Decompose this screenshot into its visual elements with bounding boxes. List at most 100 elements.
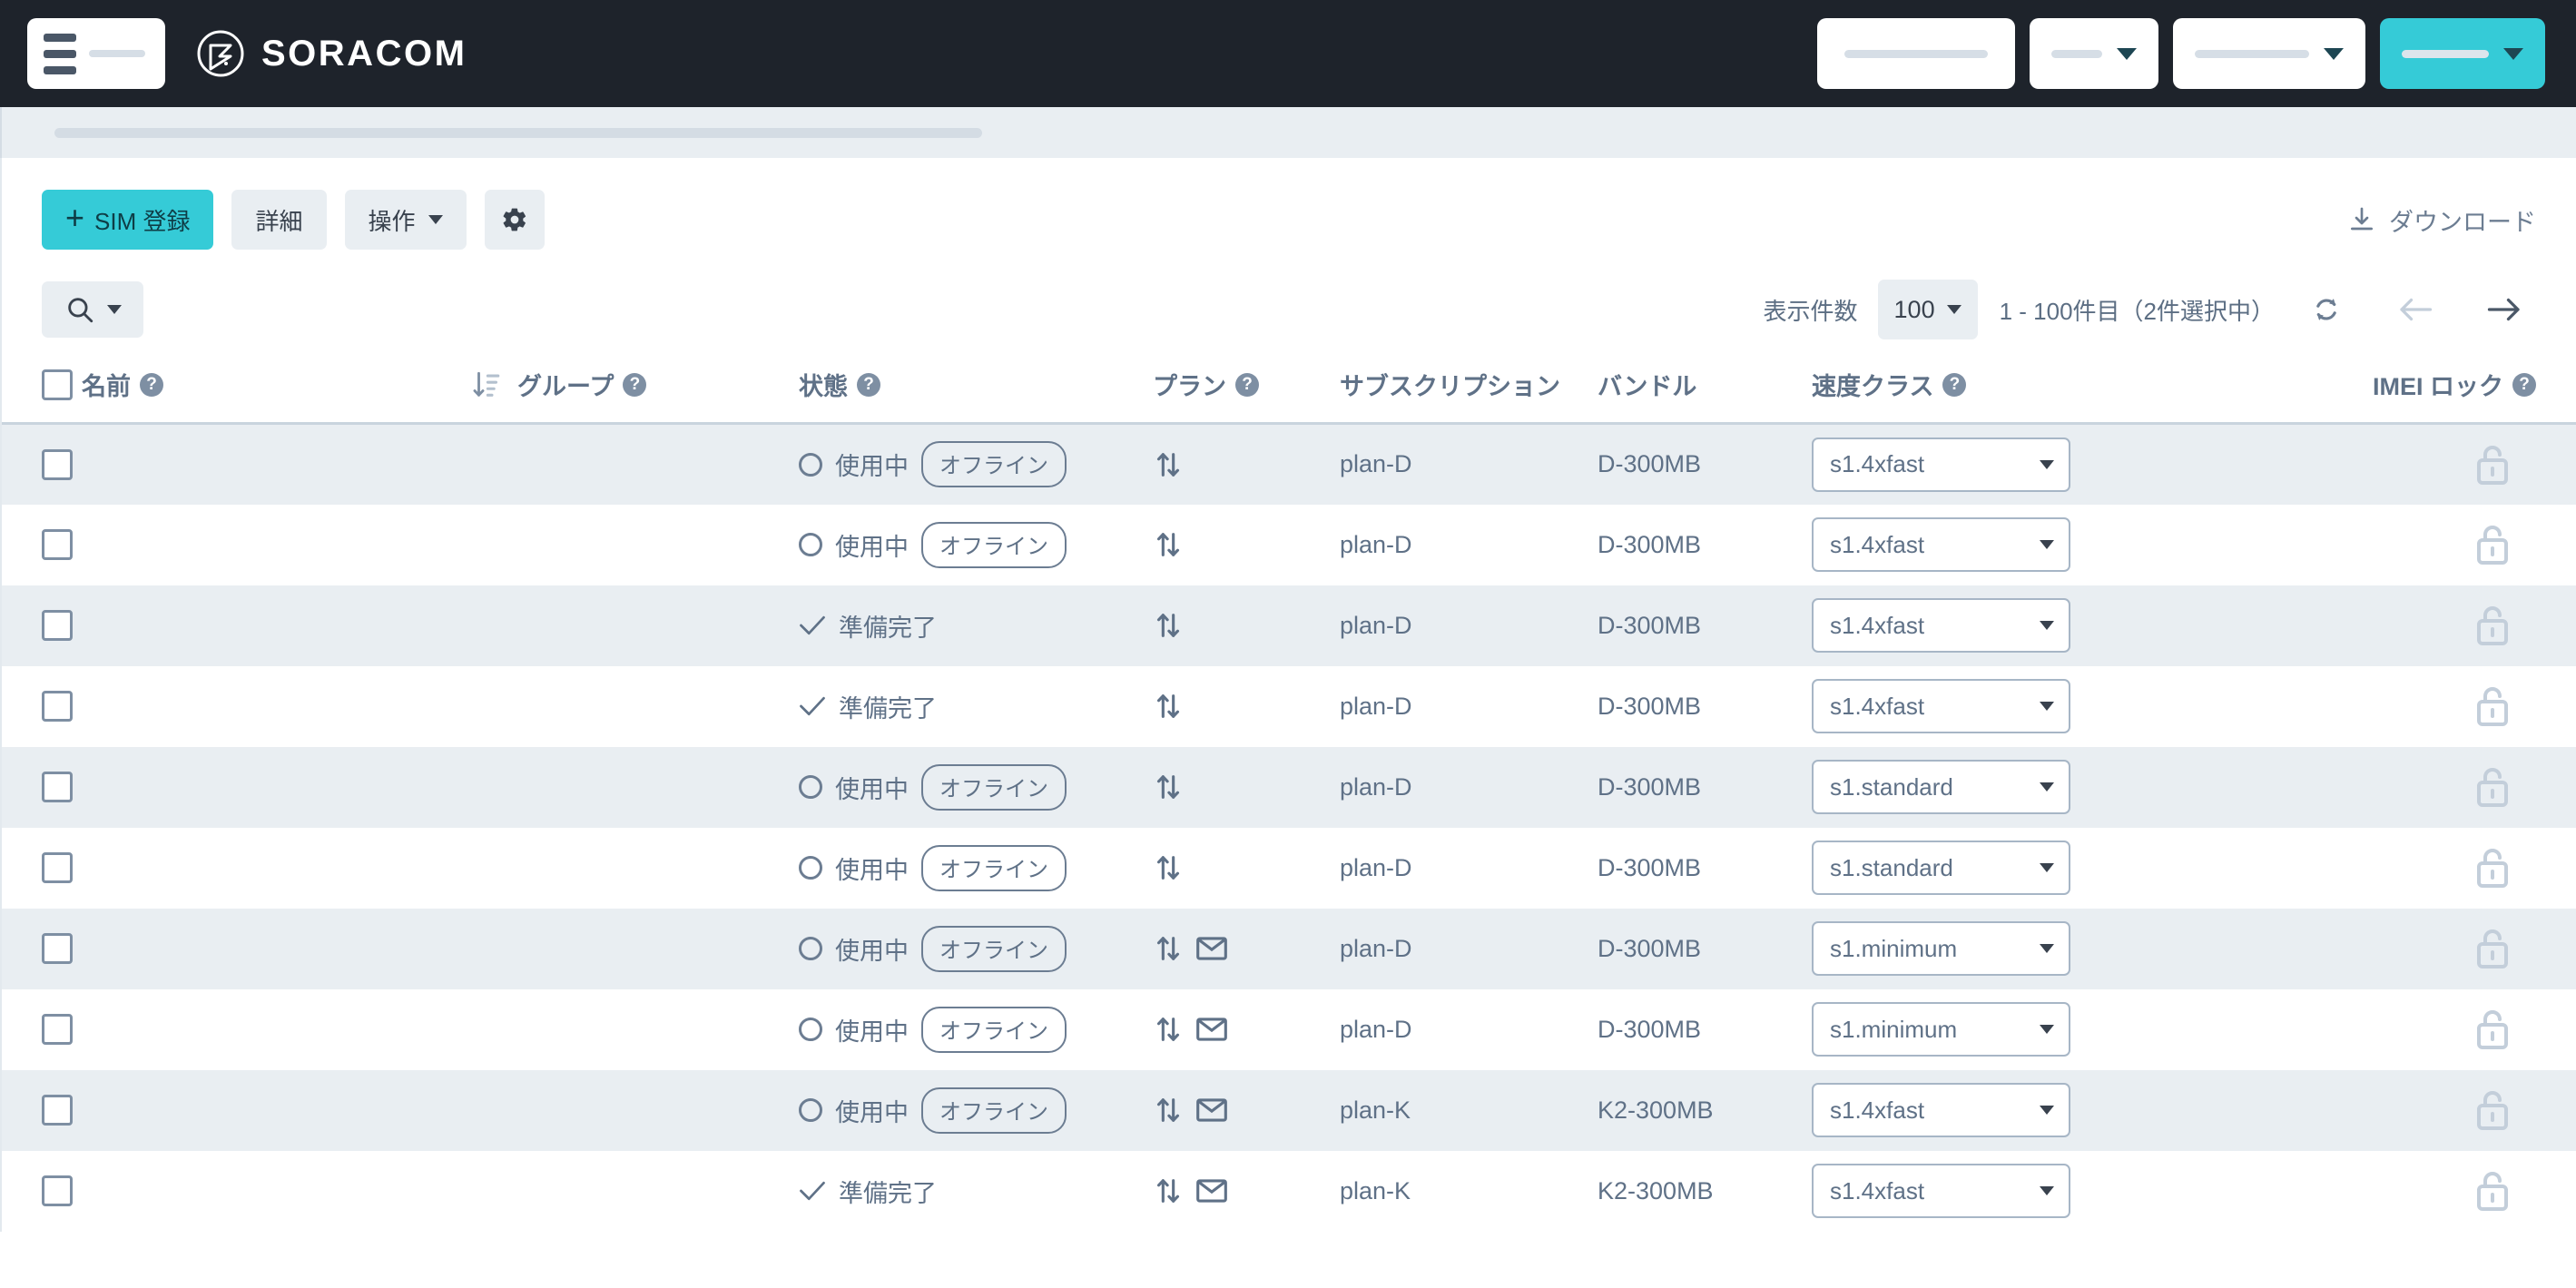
- column-header-bundle[interactable]: バンドル: [1598, 352, 1797, 424]
- row-checkbox[interactable]: [42, 933, 73, 964]
- select-all-checkbox[interactable]: [42, 369, 73, 400]
- bundle-value: K2-300MB: [1598, 1096, 1714, 1124]
- prev-page-button[interactable]: [2384, 281, 2447, 338]
- settings-button[interactable]: [484, 190, 545, 250]
- help-icon[interactable]: ?: [857, 372, 880, 397]
- table-row[interactable]: 使用中 オフライン plan-D D-300MB s1.standard: [2, 746, 2576, 828]
- help-icon[interactable]: ?: [1942, 372, 1967, 397]
- imei-lock-toggle[interactable]: [2178, 444, 2576, 486]
- header-button-3[interactable]: [2173, 18, 2365, 89]
- header-button-1[interactable]: [1817, 18, 2015, 89]
- speed-class-select[interactable]: s1.4xfast: [1812, 598, 2070, 653]
- row-checkbox[interactable]: [42, 852, 73, 883]
- table-row[interactable]: 準備完了 plan-D D-300MB s1.4xfast: [2, 585, 2576, 666]
- chevron-down-icon: [2040, 621, 2054, 630]
- speed-class-value: s1.standard: [1830, 853, 1953, 881]
- bundle-value: D-300MB: [1598, 692, 1702, 720]
- row-protocol-cell: [1153, 747, 1325, 828]
- column-header-group[interactable]: グループ ?: [472, 352, 799, 424]
- status-label: 使用中: [835, 775, 909, 803]
- help-icon[interactable]: ?: [2512, 372, 2536, 397]
- main-content: + SIM 登録 詳細 操作 ダウンロード 表示件数 100 1 - 100件目…: [0, 158, 2576, 1232]
- page-size-select[interactable]: 100: [1877, 280, 1978, 339]
- search-button[interactable]: [42, 281, 143, 338]
- imei-lock-toggle[interactable]: [2178, 524, 2576, 565]
- imei-lock-toggle[interactable]: [2178, 605, 2576, 646]
- row-checkbox[interactable]: [42, 1014, 73, 1045]
- table-row[interactable]: 使用中 オフライン plan-D D-300MB s1.minimum: [2, 908, 2576, 989]
- imei-lock-toggle[interactable]: [2178, 1170, 2576, 1212]
- row-checkbox[interactable]: [42, 1175, 73, 1206]
- column-header-speed-class[interactable]: 速度クラス ?: [1797, 352, 2178, 424]
- data-transfer-icon: [1156, 533, 1180, 556]
- imei-lock-toggle[interactable]: [2178, 1089, 2576, 1131]
- table-row[interactable]: 使用中 オフライン plan-K K2-300MB s1.4xfast: [2, 1069, 2576, 1151]
- row-imei-lock-cell: [2178, 909, 2576, 989]
- row-imei-lock-cell: [2178, 585, 2576, 666]
- table-row[interactable]: 使用中 オフライン plan-D D-300MB s1.minimum: [2, 989, 2576, 1070]
- row-checkbox[interactable]: [42, 772, 73, 802]
- table-row[interactable]: 使用中 オフライン plan-D D-300MB s1.standard: [2, 828, 2576, 909]
- plan-value: plan-D: [1340, 530, 1412, 558]
- table-row[interactable]: 使用中 オフライン plan-D D-300MB s1.4xfast: [2, 423, 2576, 505]
- plan-value: plan-D: [1340, 853, 1412, 881]
- download-label: ダウンロード: [2389, 208, 2536, 236]
- table-row[interactable]: 使用中 オフライン plan-D D-300MB s1.4xfast: [2, 505, 2576, 585]
- status-badge: オフライン: [921, 521, 1067, 568]
- bundle-value: D-300MB: [1598, 853, 1702, 881]
- speed-class-select[interactable]: s1.4xfast: [1812, 1083, 2070, 1137]
- bundle-value: D-300MB: [1598, 1015, 1702, 1043]
- imei-lock-toggle[interactable]: [2178, 928, 2576, 969]
- circle-icon: [799, 452, 822, 477]
- register-sim-button[interactable]: + SIM 登録: [42, 190, 214, 250]
- chevron-down-icon: [2040, 782, 2054, 791]
- sort-descending-icon[interactable]: [472, 369, 501, 400]
- plus-icon: +: [65, 199, 85, 236]
- speed-class-value: s1.4xfast: [1830, 1176, 1925, 1204]
- row-checkbox[interactable]: [42, 448, 73, 480]
- hamburger-menu-button[interactable]: [27, 18, 165, 89]
- column-header-subscription[interactable]: サブスクリプション: [1325, 352, 1598, 424]
- column-header-imei-lock[interactable]: IMEI ロック ?: [2178, 352, 2576, 424]
- row-checkbox[interactable]: [42, 610, 73, 641]
- refresh-button[interactable]: [2295, 281, 2358, 338]
- column-header-plan[interactable]: プラン ?: [1153, 352, 1325, 424]
- download-button[interactable]: ダウンロード: [2347, 202, 2536, 238]
- plan-value: plan-D: [1340, 934, 1412, 962]
- row-checkbox[interactable]: [42, 691, 73, 722]
- row-group-cell: [472, 585, 799, 666]
- speed-class-select[interactable]: s1.minimum: [1812, 921, 2070, 976]
- help-icon[interactable]: ?: [140, 372, 163, 397]
- row-bundle-cell: K2-300MB: [1598, 1070, 1797, 1151]
- row-checkbox[interactable]: [42, 529, 73, 560]
- imei-lock-toggle[interactable]: [2178, 1008, 2576, 1050]
- row-checkbox[interactable]: [42, 1095, 73, 1126]
- column-header-state[interactable]: 状態 ?: [799, 352, 1153, 424]
- header-button-2[interactable]: [2030, 18, 2158, 89]
- arrow-right-icon: [2487, 298, 2520, 321]
- details-button[interactable]: 詳細: [231, 190, 327, 250]
- speed-class-select[interactable]: s1.standard: [1812, 760, 2070, 814]
- help-icon[interactable]: ?: [1235, 372, 1259, 397]
- header-button-4[interactable]: [2380, 18, 2545, 89]
- row-state-cell: 使用中 オフライン: [799, 505, 1153, 585]
- speed-class-select[interactable]: s1.4xfast: [1812, 679, 2070, 733]
- speed-class-select[interactable]: s1.4xfast: [1812, 437, 2070, 492]
- speed-class-select[interactable]: s1.standard: [1812, 841, 2070, 895]
- table-row[interactable]: 準備完了 plan-K K2-300MB s1.4xfast: [2, 1151, 2576, 1232]
- column-header-checkbox: [2, 352, 82, 424]
- speed-class-select[interactable]: s1.4xfast: [1812, 517, 2070, 572]
- operation-button[interactable]: 操作: [344, 190, 467, 250]
- row-imei-lock-cell: [2178, 424, 2576, 505]
- status-label: 準備完了: [839, 694, 937, 723]
- speed-class-select[interactable]: s1.4xfast: [1812, 1164, 2070, 1218]
- speed-class-select[interactable]: s1.minimum: [1812, 1002, 2070, 1057]
- help-icon[interactable]: ?: [623, 372, 647, 397]
- table-row[interactable]: 準備完了 plan-D D-300MB s1.4xfast: [2, 666, 2576, 747]
- column-header-name[interactable]: 名前 ?: [82, 352, 472, 424]
- next-page-button[interactable]: [2473, 281, 2536, 338]
- circle-icon: [799, 1098, 822, 1122]
- imei-lock-toggle[interactable]: [2178, 847, 2576, 889]
- imei-lock-toggle[interactable]: [2178, 766, 2576, 808]
- imei-lock-toggle[interactable]: [2178, 685, 2576, 727]
